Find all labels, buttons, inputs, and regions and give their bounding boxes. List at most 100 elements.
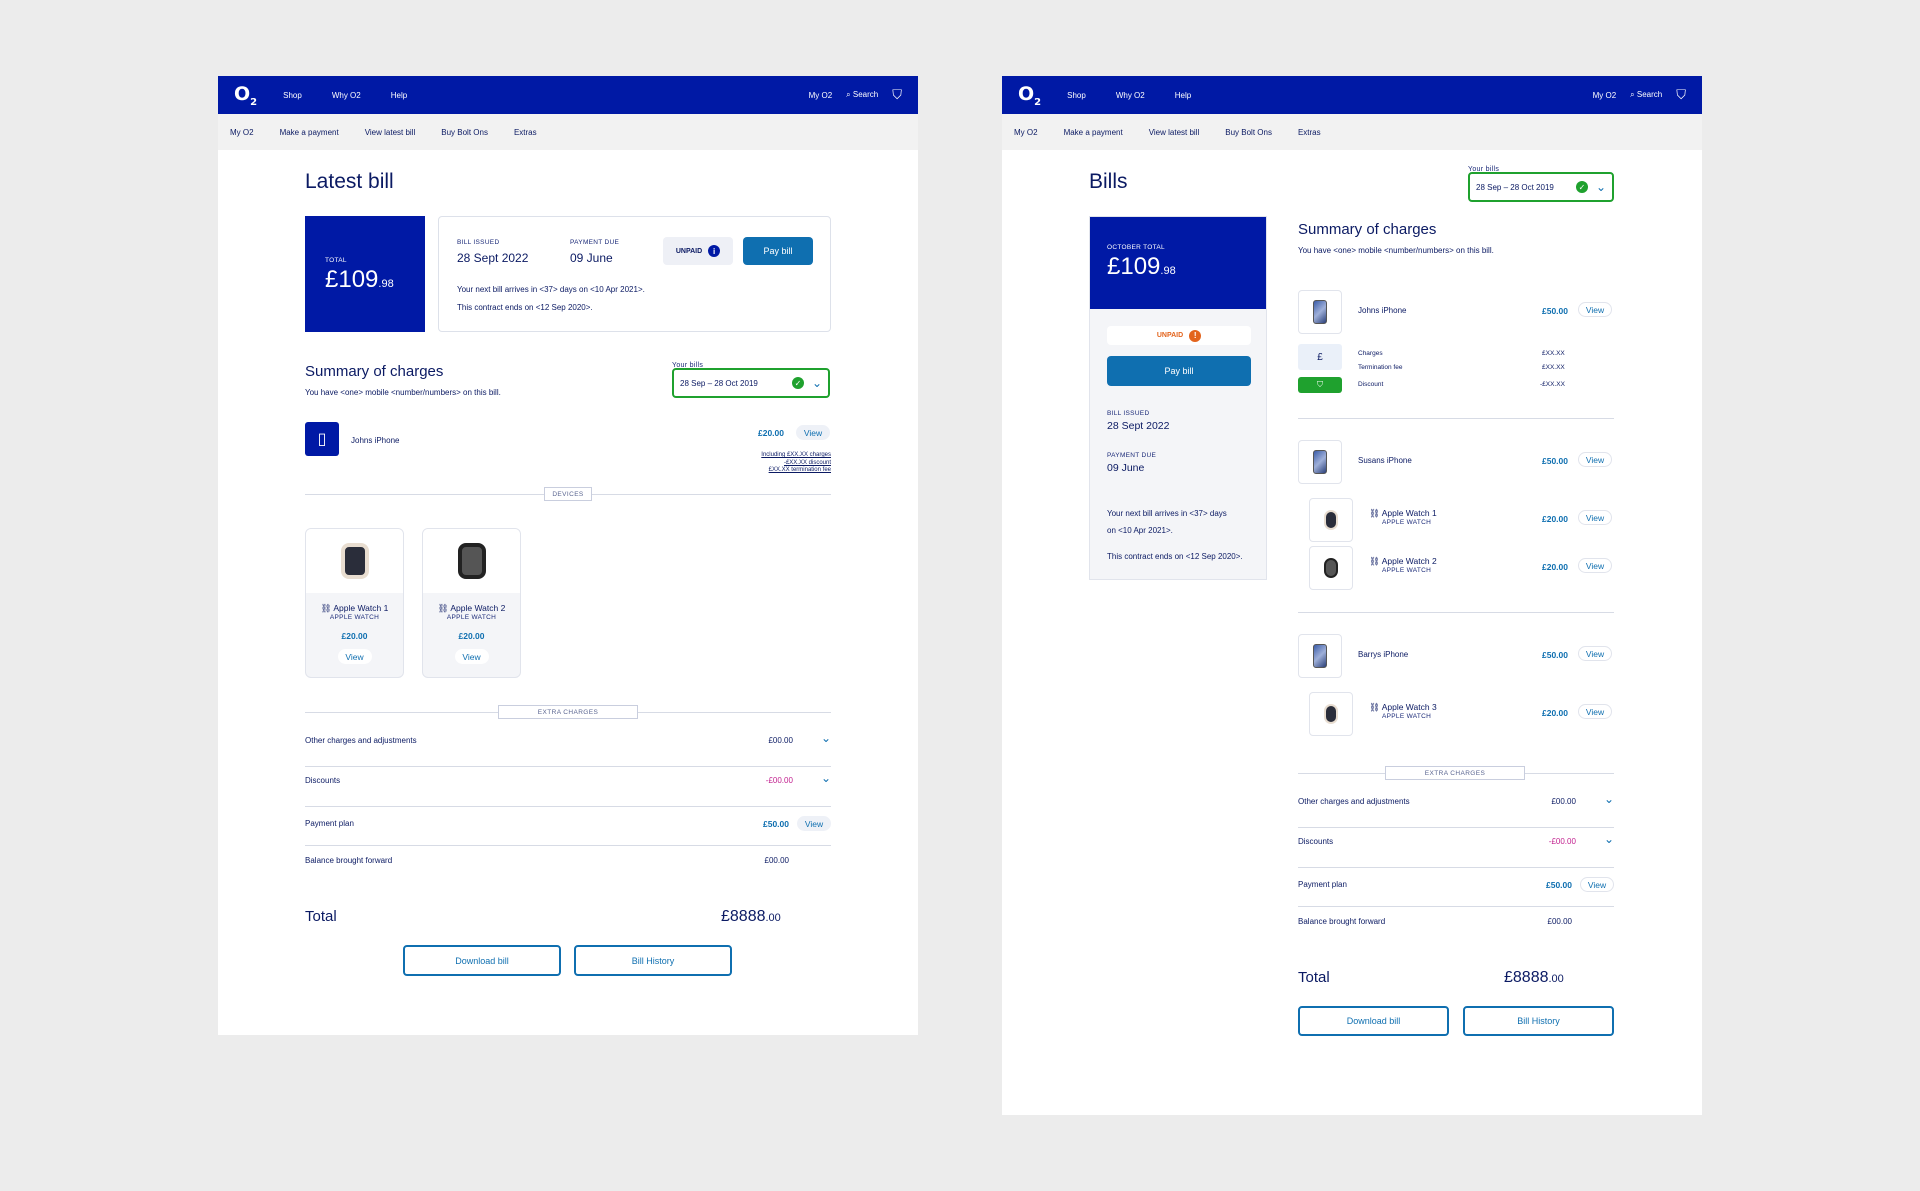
phone-view-button[interactable]: View (1578, 452, 1612, 467)
download-bill-button[interactable]: Download bill (403, 945, 561, 976)
status-badge: UNPAID! (1107, 326, 1251, 345)
watch-type: APPLE WATCH (1382, 567, 1432, 574)
iphone-image (1313, 450, 1327, 474)
watch-thumbnail (1309, 692, 1353, 736)
device-price: £20.00 (458, 631, 485, 641)
extra-row-discounts[interactable]: Discounts -£00.00 ⌄ (1298, 832, 1614, 847)
extra-row-other[interactable]: Other charges and adjustments £00.00 ⌄ (305, 731, 831, 746)
summary-title: Summary of charges (305, 363, 444, 380)
grand-total-amount: £8888.00 (1504, 969, 1564, 986)
phone-view-button[interactable]: View (796, 425, 830, 440)
link-icon: ⛓ (437, 603, 449, 613)
status-badge: UNPAID i (663, 237, 733, 265)
summary-title: Summary of charges (1298, 221, 1437, 238)
payment-due-date: 09 June (570, 251, 613, 265)
nav-my-o2[interactable]: My O2 (809, 91, 833, 100)
summary-subtitle: You have <one> mobile <number/numbers> o… (305, 388, 501, 397)
extra-charges-label: EXTRA CHARGES (1385, 766, 1525, 780)
nav-shop[interactable]: Shop (1067, 91, 1086, 100)
nav-search[interactable]: ⌕ Search (846, 90, 878, 100)
page-title: Bills (1089, 170, 1128, 193)
watch-name: ⛓ Apple Watch 3 (1369, 702, 1437, 712)
extra-row-payment-plan: Payment plan £50.00 View (1298, 877, 1614, 892)
charges-values: £XX.XX £XX.XX (1542, 350, 1565, 371)
chevron-down-icon: ⌄ (820, 770, 831, 785)
info-icon[interactable]: i (708, 245, 721, 257)
download-bill-button[interactable]: Download bill (1298, 1006, 1449, 1036)
o2-logo[interactable]: O2 (234, 83, 257, 108)
bill-summary-panel: OCTOBER TOTAL £109.98 UNPAID! Pay bill B… (1089, 216, 1267, 580)
phone-view-button[interactable]: View (1578, 646, 1612, 661)
phone-name: Susans iPhone (1358, 456, 1412, 465)
nav-my-o2[interactable]: My O2 (1593, 91, 1617, 100)
phone-charges-breakdown[interactable]: Including £XX.XX charges -£XX.XX discount… (761, 452, 831, 475)
bill-issued-date: 28 Sept 2022 (457, 251, 529, 265)
device-name: Apple Watch 2 (450, 603, 506, 613)
extra-row-balance: Balance brought forward £00.00 (1298, 917, 1572, 926)
discount-tag-icon: ⛉ (1298, 377, 1342, 393)
watch-view-button[interactable]: View (1578, 558, 1612, 573)
bills-period-select[interactable]: 28 Sep – 28 Oct 2019 ✓ ⌄ (672, 368, 830, 398)
info-icon[interactable]: ! (1189, 329, 1202, 342)
extra-row-payment-plan: Payment plan £50.00 View (305, 816, 831, 831)
subnav-my-o2[interactable]: My O2 (230, 128, 254, 137)
phone-name: Barrys iPhone (1358, 650, 1409, 659)
subnav-my-o2[interactable]: My O2 (1014, 128, 1038, 137)
subnav-view-latest-bill[interactable]: View latest bill (365, 128, 416, 137)
watch-price: £20.00 (1542, 514, 1568, 524)
extra-row-other[interactable]: Other charges and adjustments £00.00 ⌄ (1298, 792, 1614, 807)
phone-price: £20.00 (758, 428, 784, 438)
subnav-extras[interactable]: Extras (1298, 128, 1321, 137)
bill-issued-label: BILL ISSUED (457, 239, 500, 246)
sub-nav-bar: My O2 Make a payment View latest bill Bu… (1002, 114, 1702, 150)
watch-price: £20.00 (1542, 708, 1568, 718)
watch-view-button[interactable]: View (1578, 510, 1612, 525)
link-icon: ⛓ (1369, 508, 1380, 518)
total-card: TOTAL £109.98 (305, 216, 425, 332)
subnav-buy-bolt-ons[interactable]: Buy Bolt Ons (441, 128, 488, 137)
phone-view-button[interactable]: View (1578, 302, 1612, 317)
contract-text: This contract ends on <12 Sep 2020>. (1107, 552, 1243, 561)
pay-bill-button[interactable]: Pay bill (743, 237, 813, 265)
basket-icon[interactable]: ⛉ (892, 87, 902, 103)
nav-why-o2[interactable]: Why O2 (1116, 91, 1145, 100)
watch-type: APPLE WATCH (1382, 713, 1432, 720)
subnav-view-latest-bill[interactable]: View latest bill (1149, 128, 1200, 137)
subnav-make-payment[interactable]: Make a payment (280, 128, 339, 137)
watch-thumbnail (1309, 546, 1353, 590)
sub-nav-bar: My O2 Make a payment View latest bill Bu… (218, 114, 918, 150)
payment-plan-view-button[interactable]: View (797, 816, 831, 831)
currency-icon: £ (1298, 344, 1342, 370)
payment-plan-view-button[interactable]: View (1580, 877, 1614, 892)
bill-history-button[interactable]: Bill History (574, 945, 732, 976)
watch-view-button[interactable]: View (1578, 704, 1612, 719)
device-view-button[interactable]: View (454, 649, 489, 664)
device-view-button[interactable]: View (337, 649, 372, 664)
search-icon: ⌕ (1630, 90, 1635, 99)
bill-issued-label: BILL ISSUED (1107, 410, 1150, 417)
devices-label: DEVICES (544, 487, 592, 501)
basket-icon[interactable]: ⛉ (1676, 87, 1686, 103)
subnav-buy-bolt-ons[interactable]: Buy Bolt Ons (1225, 128, 1272, 137)
pay-bill-button[interactable]: Pay bill (1107, 356, 1251, 386)
nav-why-o2[interactable]: Why O2 (332, 91, 361, 100)
subnav-make-payment[interactable]: Make a payment (1064, 128, 1123, 137)
subnav-extras[interactable]: Extras (514, 128, 537, 137)
o2-logo[interactable]: O2 (1018, 83, 1041, 108)
device-type: APPLE WATCH (329, 614, 380, 621)
nav-help[interactable]: Help (391, 91, 407, 100)
nav-help[interactable]: Help (1175, 91, 1191, 100)
bills-period-select[interactable]: 28 Sep – 28 Oct 2019 ✓ ⌄ (1468, 172, 1614, 202)
nav-shop[interactable]: Shop (283, 91, 302, 100)
watch-name: ⛓ Apple Watch 1 (1369, 508, 1437, 518)
bill-history-button[interactable]: Bill History (1463, 1006, 1614, 1036)
nav-search[interactable]: ⌕ Search (1630, 90, 1662, 100)
contract-text: This contract ends on <12 Sep 2020>. (457, 303, 593, 312)
discount-value: -£XX.XX (1540, 381, 1565, 388)
check-icon: ✓ (791, 377, 804, 389)
extra-row-discounts[interactable]: Discounts -£00.00 ⌄ (305, 771, 831, 786)
phone-price: £50.00 (1542, 306, 1568, 316)
next-bill-text: Your next bill arrives in <37> days on <1… (1107, 509, 1227, 535)
extra-charges-label: EXTRA CHARGES (498, 705, 638, 719)
watch-thumbnail (1309, 498, 1353, 542)
